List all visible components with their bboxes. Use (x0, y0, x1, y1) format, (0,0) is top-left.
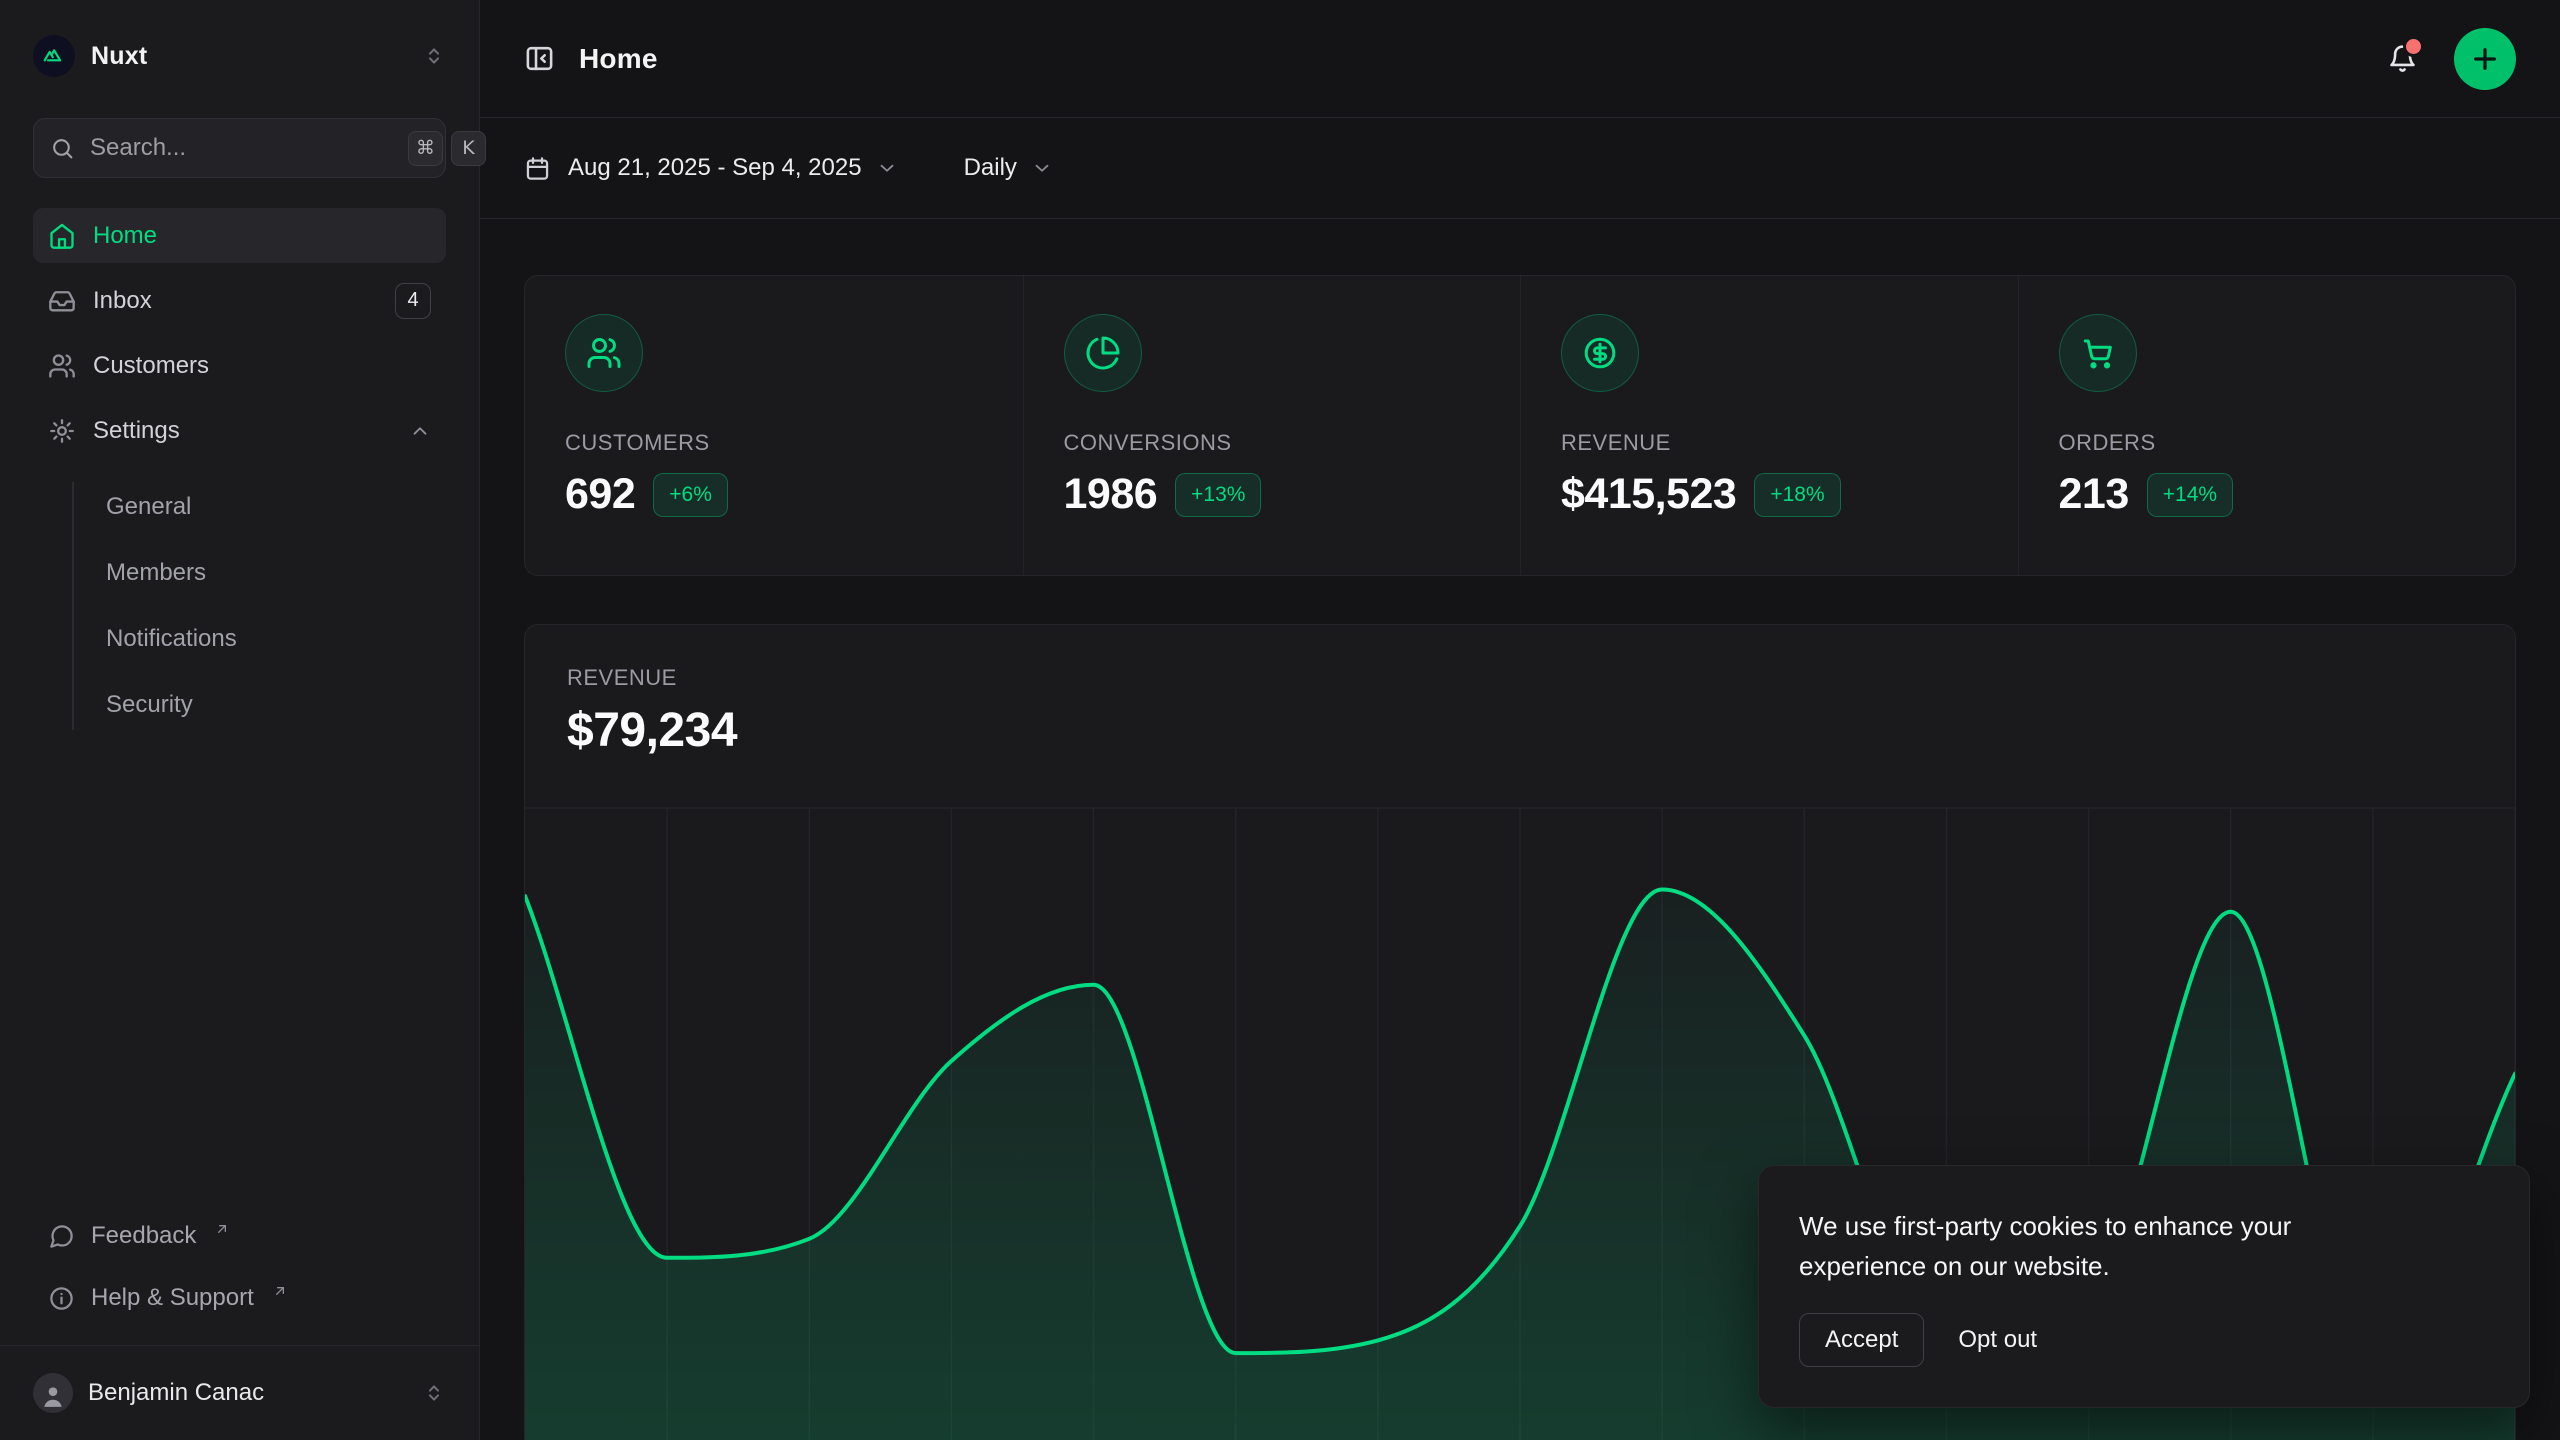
external-link-icon (214, 1221, 230, 1237)
notifications-button[interactable] (2387, 43, 2418, 74)
page-title: Home (579, 43, 658, 75)
stat-revenue[interactable]: REVENUE $415,523 +18% (1520, 276, 2018, 575)
revenue-value: $79,234 (567, 703, 2473, 758)
sidebar-item-home[interactable]: Home (33, 208, 446, 263)
opt-out-button[interactable]: Opt out (1958, 1314, 2037, 1366)
cart-icon (2059, 314, 2137, 392)
stat-delta-badge: +13% (1175, 473, 1261, 517)
message-bubble-icon (48, 1223, 75, 1250)
sidebar-item-inbox[interactable]: Inbox 4 (33, 273, 446, 328)
sidebar-item-label: Home (93, 222, 157, 250)
gear-icon (48, 417, 76, 445)
date-range-picker[interactable]: Aug 21, 2025 - Sep 4, 2025 (524, 154, 898, 182)
stat-orders[interactable]: ORDERS 213 +14% (2018, 276, 2516, 575)
chevrons-up-down-icon (422, 44, 446, 68)
sidebar-item-general[interactable]: General (33, 474, 446, 540)
inbox-icon (48, 287, 76, 315)
stat-value: 213 (2059, 470, 2129, 519)
dollar-circle-icon (1561, 314, 1639, 392)
stat-delta-badge: +14% (2147, 473, 2233, 517)
feedback-link[interactable]: Feedback (33, 1205, 446, 1267)
users-icon (48, 352, 76, 380)
subnav-label: General (106, 493, 191, 521)
nuxt-logo-icon (33, 35, 75, 77)
sidebar-item-settings[interactable]: Settings (33, 403, 446, 458)
help-support-link[interactable]: Help & Support (33, 1267, 446, 1329)
granularity-select[interactable]: Daily (964, 154, 1053, 182)
brand-name: Nuxt (91, 42, 147, 71)
inbox-count-badge: 4 (395, 283, 431, 319)
accept-button[interactable]: Accept (1799, 1313, 1924, 1367)
sidebar-item-label: Settings (93, 417, 180, 445)
sidebar-spacer (0, 738, 479, 1205)
sidebar-footer: Feedback Help & Support (0, 1205, 479, 1345)
stat-label: CONVERSIONS (1064, 430, 1481, 456)
chevron-down-icon (876, 157, 898, 179)
help-support-label: Help & Support (91, 1284, 254, 1312)
subnav-label: Notifications (106, 625, 237, 653)
settings-subnav: General Members Notifications Security (33, 474, 446, 738)
page-header: Home (480, 0, 2560, 118)
sidebar-nav: Home Inbox 4 Customers Settings (33, 208, 446, 738)
home-icon (48, 222, 76, 250)
users-icon (565, 314, 643, 392)
external-link-icon (272, 1283, 288, 1299)
plus-icon (2469, 43, 2501, 75)
chevron-down-icon (1031, 157, 1053, 179)
stat-value: 692 (565, 470, 635, 519)
subnav-label: Security (106, 691, 193, 719)
granularity-label: Daily (964, 154, 1017, 182)
stat-label: ORDERS (2059, 430, 2476, 456)
stat-value: $415,523 (1561, 470, 1736, 519)
stat-delta-badge: +18% (1754, 473, 1840, 517)
sidebar: Nuxt ⌘ K Home Inbo (0, 0, 480, 1440)
stats-summary-card: CUSTOMERS 692 +6% CONVERSIONS 1986 +13% (524, 275, 2516, 576)
sidebar-item-label: Inbox (93, 287, 152, 315)
add-button[interactable] (2454, 28, 2516, 90)
feedback-label: Feedback (91, 1222, 196, 1250)
search-icon (50, 136, 75, 161)
sidebar-item-label: Customers (93, 352, 209, 380)
sidebar-item-notifications[interactable]: Notifications (33, 606, 446, 672)
subnav-label: Members (106, 559, 206, 587)
sidebar-item-members[interactable]: Members (33, 540, 446, 606)
collapse-sidebar-button[interactable] (524, 43, 555, 74)
team-switcher[interactable]: Nuxt (33, 0, 446, 104)
stat-conversions[interactable]: CONVERSIONS 1986 +13% (1023, 276, 1521, 575)
search-input[interactable] (90, 134, 400, 162)
cookie-banner: We use first-party cookies to enhance yo… (1758, 1165, 2530, 1408)
panel-left-icon (524, 43, 555, 74)
info-circle-icon (48, 1285, 75, 1312)
search-input-box[interactable]: ⌘ K (33, 118, 446, 178)
calendar-icon (524, 155, 551, 182)
revenue-label: REVENUE (567, 665, 2473, 691)
user-menu[interactable]: Benjamin Canac (0, 1345, 479, 1440)
avatar (33, 1373, 73, 1413)
stat-label: CUSTOMERS (565, 430, 983, 456)
notification-dot (2406, 39, 2421, 54)
chevron-up-icon (409, 420, 431, 442)
cookie-message: We use first-party cookies to enhance yo… (1799, 1206, 2379, 1287)
sidebar-item-security[interactable]: Security (33, 672, 446, 738)
pie-chart-icon (1064, 314, 1142, 392)
sidebar-item-customers[interactable]: Customers (33, 338, 446, 393)
user-name: Benjamin Canac (88, 1379, 264, 1407)
stat-value: 1986 (1064, 470, 1158, 519)
chevrons-up-down-icon (422, 1381, 446, 1405)
kbd-cmd: ⌘ (408, 131, 443, 166)
date-range-label: Aug 21, 2025 - Sep 4, 2025 (568, 154, 862, 182)
stat-label: REVENUE (1561, 430, 1978, 456)
stat-delta-badge: +6% (653, 473, 728, 517)
stat-customers[interactable]: CUSTOMERS 692 +6% (525, 276, 1023, 575)
filters-toolbar: Aug 21, 2025 - Sep 4, 2025 Daily (480, 118, 2560, 219)
